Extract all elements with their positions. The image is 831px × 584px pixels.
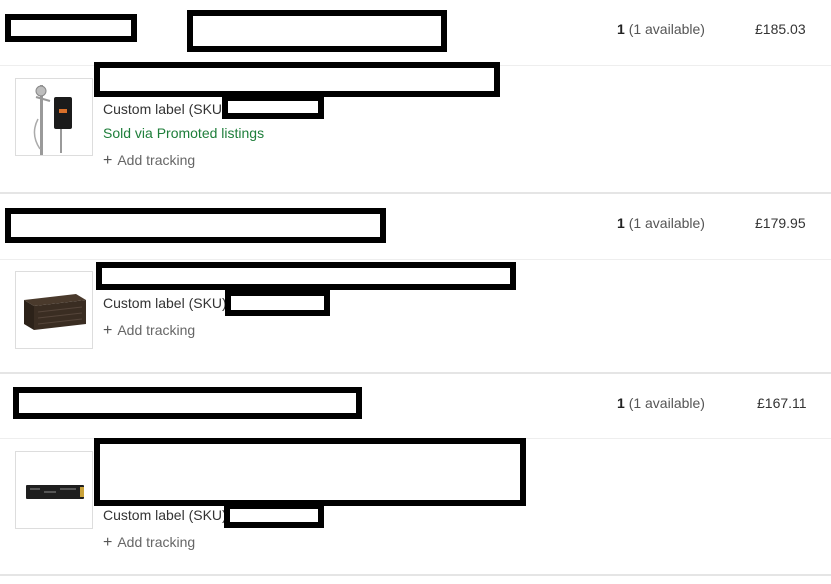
redacted-buyer-name — [5, 14, 137, 42]
promoted-listing-status: Sold via Promoted listings — [103, 125, 265, 141]
electric-shower-icon — [33, 85, 72, 155]
item-thumbnail[interactable] — [15, 451, 93, 529]
order-divider — [0, 192, 831, 194]
available-count: (1 available) — [628, 395, 705, 411]
order-divider — [0, 574, 831, 576]
plus-icon: + — [103, 534, 113, 551]
order-price: £167.11 — [757, 395, 807, 411]
redacted-sku-value — [224, 503, 324, 528]
sku-label: Custom label (SKU): — [103, 101, 231, 117]
storage-box-icon — [24, 294, 86, 330]
redacted-sku-value — [225, 290, 330, 316]
quantity-value: 1 — [617, 395, 625, 411]
plus-icon: + — [103, 152, 113, 169]
quantity-value: 1 — [617, 215, 625, 231]
order-price: £185.03 — [755, 21, 806, 37]
divider — [0, 259, 831, 260]
quantity-info: 1 (1 available) — [617, 215, 705, 231]
sku-label: Custom label (SKU): — [103, 507, 231, 523]
redacted-buyer-name — [5, 208, 386, 243]
add-tracking-label: Add tracking — [117, 152, 196, 168]
redacted-order-number — [187, 10, 447, 52]
add-tracking-link[interactable]: + Add tracking — [103, 534, 195, 552]
redacted-item-title — [94, 62, 500, 97]
item-thumbnail[interactable] — [15, 78, 93, 156]
available-count: (1 available) — [628, 215, 705, 231]
available-count: (1 available) — [628, 21, 705, 37]
add-tracking-label: Add tracking — [117, 534, 196, 550]
order-price: £179.95 — [755, 215, 806, 231]
add-tracking-link[interactable]: + Add tracking — [103, 322, 195, 340]
order-divider — [0, 372, 831, 374]
quantity-info: 1 (1 available) — [617, 395, 705, 411]
plus-icon: + — [103, 322, 113, 339]
redacted-sku-value — [222, 95, 324, 119]
add-tracking-label: Add tracking — [117, 322, 196, 338]
ssd-drive-icon — [26, 485, 84, 499]
add-tracking-link[interactable]: + Add tracking — [103, 152, 195, 170]
item-thumbnail[interactable] — [15, 271, 93, 349]
redacted-item-title — [96, 262, 516, 290]
quantity-info: 1 (1 available) — [617, 21, 705, 37]
sku-label: Custom label (SKU): — [103, 295, 231, 311]
redacted-item-title — [94, 438, 526, 506]
quantity-value: 1 — [617, 21, 625, 37]
redacted-buyer-name — [13, 387, 362, 419]
